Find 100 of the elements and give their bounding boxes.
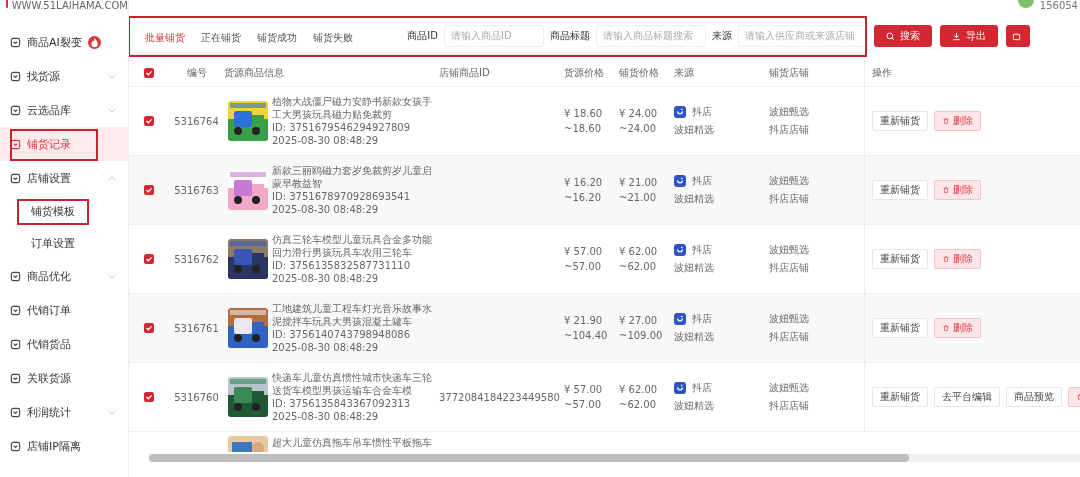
tab[interactable]: 铺货成功 <box>249 20 305 57</box>
menu-item-icon <box>10 338 21 350</box>
row-checkbox[interactable] <box>144 392 154 402</box>
more-button[interactable] <box>1006 25 1030 47</box>
input-field[interactable]: 请输入商品标题搜索 <box>596 24 706 47</box>
field-label: 商品ID <box>407 28 438 43</box>
product-title: 仿真三轮车模型儿童玩具合金多功能回力滑行男孩玩具车农用三轮车 <box>272 233 433 259</box>
horizontal-scrollbar[interactable] <box>149 454 1080 462</box>
sidebar-item[interactable]: 商品优化 <box>0 259 128 293</box>
sidebar-item[interactable]: 找货源 <box>0 59 128 93</box>
table-cell: 5316760 <box>174 391 219 403</box>
price: ¥ 27.00 <box>619 315 658 326</box>
product-title: 工地建筑儿童工程车灯光音乐故事水泥搅拌车玩具大男孩混凝土罐车 <box>272 302 433 328</box>
menu-item-icon <box>10 104 21 116</box>
column-header: 货源价格 <box>564 66 604 80</box>
user-id: 156054 <box>1039 0 1078 12</box>
store-type: 抖店店铺 <box>769 399 809 413</box>
sidebar-item[interactable]: 利润统计 <box>0 395 128 429</box>
price-range: ~57.00 <box>564 261 601 272</box>
menu-item-icon <box>10 36 21 48</box>
store-name: 波妞甄选 <box>769 174 809 188</box>
price: ¥ 16.20 <box>564 177 603 188</box>
sidebar-item[interactable]: 关联货源 <box>0 361 128 395</box>
sidebar-subitem[interactable]: 订单设置 <box>0 227 128 259</box>
timestamp: 2025-08-30 08:48:29 <box>272 410 380 423</box>
sidebar-item[interactable]: 代销订单 <box>0 293 128 327</box>
table-cell: 5316763 <box>174 184 219 196</box>
product-id: ID: 3756135843367092313 <box>272 397 412 410</box>
search-button[interactable]: 搜索 <box>874 25 932 47</box>
price: ¥ 62.00 <box>619 246 658 257</box>
input-field[interactable]: 请输入供应商或来源店铺 <box>738 24 866 47</box>
tab[interactable]: 批量铺货 <box>137 20 193 57</box>
platform-name: 抖店 <box>692 312 712 326</box>
supplier-name: 波妞精选 <box>674 261 714 275</box>
relist-button[interactable]: 重新铺货 <box>872 180 928 200</box>
search-icon <box>886 31 895 41</box>
menu-item-icon <box>10 172 21 184</box>
sidebar-item[interactable]: 商品AI裂变 <box>0 25 128 59</box>
store-type: 抖店店铺 <box>769 261 809 275</box>
relist-button[interactable]: 重新铺货 <box>872 249 928 269</box>
sidebar-item[interactable]: 云选品库 <box>0 93 128 127</box>
table-cell: 3772084184223449580 <box>439 391 560 403</box>
price-range: ~16.20 <box>564 192 601 203</box>
price: ¥ 57.00 <box>564 246 603 257</box>
input-field[interactable]: 请输入商品ID <box>444 24 544 47</box>
price-range: ~62.00 <box>619 399 656 410</box>
sidebar-item[interactable]: 店铺设置 <box>0 161 128 195</box>
row-checkbox[interactable] <box>144 254 154 264</box>
price: ¥ 18.60 <box>564 108 603 119</box>
app-icon <box>674 313 686 325</box>
delete-button[interactable]: 删除 <box>934 180 981 200</box>
relist-button[interactable]: 重新铺货 <box>872 111 928 131</box>
site-url: WWW.51LAIHAMA.COM <box>11 0 128 12</box>
price: ¥ 21.90 <box>564 315 603 326</box>
sidebar-item[interactable]: 铺货记录 <box>0 127 128 161</box>
sidebar-item[interactable]: 代销货品 <box>0 327 128 361</box>
supplier-name: 波妞精选 <box>674 123 714 137</box>
square-icon <box>1012 31 1021 41</box>
sidebar-subitem[interactable]: 铺货模板 <box>0 195 128 227</box>
tab[interactable]: 铺货失败 <box>305 20 361 57</box>
row-checkbox[interactable] <box>144 323 154 333</box>
price-range: ~62.00 <box>619 261 656 272</box>
row-checkbox[interactable] <box>144 185 154 195</box>
store-type: 抖店店铺 <box>769 330 809 344</box>
price-range: ~109.00 <box>619 330 663 341</box>
store-type: 抖店店铺 <box>769 192 809 206</box>
trash-icon <box>942 324 950 332</box>
relist-button[interactable]: 重新铺货 <box>872 318 928 338</box>
edit-button[interactable]: 去平台编辑 <box>934 387 1000 407</box>
column-header: 铺货店铺 <box>769 66 809 80</box>
sidebar-item[interactable]: 店铺IP隔离 <box>0 429 128 463</box>
platform-name: 抖店 <box>692 174 712 188</box>
trash-icon <box>942 255 950 263</box>
export-button[interactable]: 导出 <box>940 25 998 47</box>
column-header: 编号 <box>186 66 207 80</box>
timestamp: 2025-08-30 08:48:29 <box>272 341 380 354</box>
timestamp: 2025-08-30 08:48:29 <box>272 134 380 147</box>
delete-button[interactable]: 删除 <box>934 318 981 338</box>
price: ¥ 21.00 <box>619 177 658 188</box>
store-name: 波妞甄选 <box>769 243 809 257</box>
product-title: 植物大战僵尸磁力安静书新款女孩手工大男孩玩具磁力贴免裁剪 <box>272 95 433 121</box>
app-icon <box>674 175 686 187</box>
select-all-checkbox[interactable] <box>144 68 154 78</box>
menu-item-icon <box>10 270 21 282</box>
menu-item-icon <box>10 440 21 452</box>
delete-button[interactable]: 删除 <box>934 111 981 131</box>
delete-button[interactable]: 删除 <box>934 249 981 269</box>
price-range: ~24.00 <box>619 123 656 134</box>
store-name: 波妞甄选 <box>769 381 809 395</box>
product-id: ID: 3751678970928693541 <box>272 190 412 203</box>
column-header: 货源商品信息 <box>224 66 284 80</box>
store-name: 波妞甄选 <box>769 312 809 326</box>
row-checkbox[interactable] <box>144 116 154 126</box>
preview-button[interactable]: 商品预览 <box>1006 387 1062 407</box>
tab[interactable]: 正在铺货 <box>193 20 249 57</box>
field-label: 商品标题 <box>550 28 590 43</box>
supplier-name: 波妞精选 <box>674 192 714 206</box>
field-label: 来源 <box>712 28 732 43</box>
relist-button[interactable]: 重新铺货 <box>872 387 928 407</box>
product-id: ID: 3756135832587731110 <box>272 259 412 272</box>
